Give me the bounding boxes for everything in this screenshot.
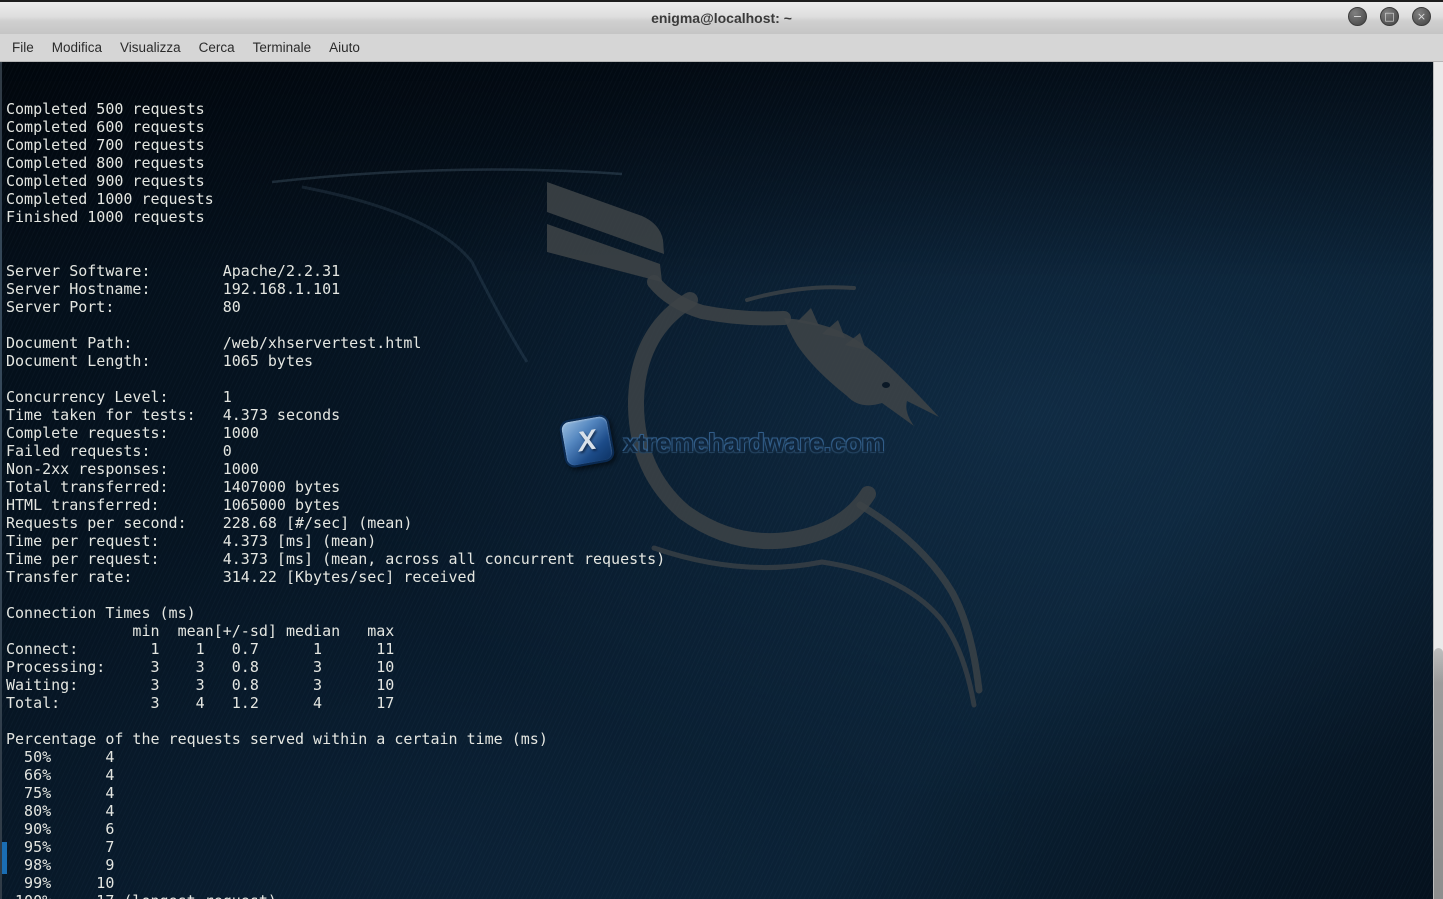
menu-cerca[interactable]: Cerca bbox=[192, 36, 242, 59]
menu-visualizza[interactable]: Visualizza bbox=[113, 36, 188, 59]
titlebar[interactable]: enigma@localhost: ~ − □ × bbox=[0, 0, 1443, 34]
close-icon: × bbox=[1417, 10, 1426, 23]
maximize-icon: □ bbox=[1384, 10, 1394, 23]
menu-modifica[interactable]: Modifica bbox=[45, 36, 109, 59]
menubar: File Modifica Visualizza Cerca Terminale… bbox=[0, 34, 1443, 62]
minimize-icon: − bbox=[1353, 10, 1362, 23]
menu-file[interactable]: File bbox=[5, 36, 41, 59]
terminal-output: Completed 500 requestsCompleted 600 requ… bbox=[6, 100, 665, 899]
window-title: enigma@localhost: ~ bbox=[0, 10, 1443, 26]
scrollbar-track[interactable] bbox=[1433, 62, 1443, 899]
scrollbar-thumb[interactable] bbox=[1434, 648, 1443, 899]
minimize-button[interactable]: − bbox=[1348, 7, 1367, 26]
window-controls: − □ × bbox=[1348, 7, 1431, 26]
menu-aiuto[interactable]: Aiuto bbox=[322, 36, 367, 59]
terminal-screen[interactable]: X xtremehardware.com Completed 500 reque… bbox=[0, 62, 1433, 899]
close-button[interactable]: × bbox=[1412, 7, 1431, 26]
maximize-button[interactable]: □ bbox=[1380, 7, 1399, 26]
menu-terminale[interactable]: Terminale bbox=[246, 36, 319, 59]
edge-accent-strip bbox=[2, 842, 7, 874]
